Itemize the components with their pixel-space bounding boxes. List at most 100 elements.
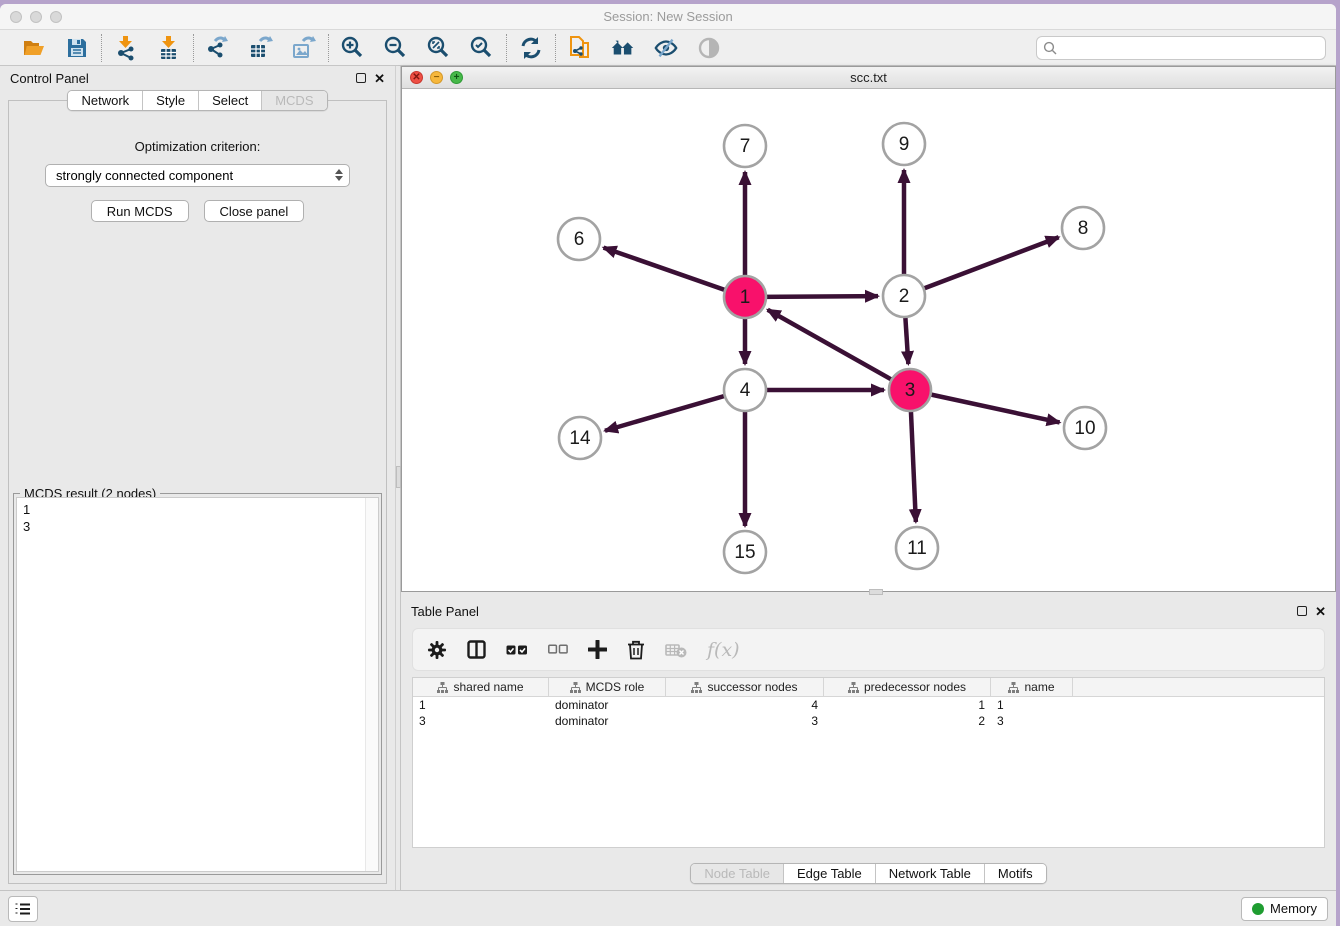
table-cell[interactable]: 2 [824,713,991,729]
hierarchy-icon [848,682,859,693]
table-cell[interactable]: 1 [991,697,1073,713]
node-14[interactable]: 14 [559,417,601,459]
table-row[interactable]: 1dominator411 [413,697,1324,713]
duplicate-network-icon[interactable] [567,35,593,61]
main-toolbar [0,30,1336,66]
select-all-icon[interactable] [506,644,528,656]
table-cell[interactable]: 1 [824,697,991,713]
export-network-icon[interactable] [205,35,231,61]
column-header-name[interactable]: name [991,678,1073,696]
select-stepper-icon [335,169,343,181]
node-4[interactable]: 4 [724,369,766,411]
home-networks-icon[interactable] [610,35,636,61]
node-label: 7 [740,136,751,157]
apply-layout-icon[interactable] [518,35,544,61]
table-cell[interactable]: 3 [413,713,549,729]
search-box [1036,36,1326,60]
node-7[interactable]: 7 [724,125,766,167]
control-panel-title: Control Panel [10,71,89,86]
table-cell[interactable]: 3 [666,713,824,729]
splitter-grip[interactable] [396,466,401,488]
tab-network-table[interactable]: Network Table [876,864,985,883]
node-6[interactable]: 6 [558,218,600,260]
add-column-icon[interactable] [588,640,607,659]
zoom-fit-icon[interactable] [426,35,452,61]
node-label: 9 [899,134,910,155]
column-header-predecessor-nodes[interactable]: predecessor nodes [824,678,991,696]
node-1[interactable]: 1 [724,276,766,318]
table-cell[interactable]: 1 [413,697,549,713]
optimization-criterion-select[interactable]: strongly connected component [45,164,350,187]
edge-1-6[interactable] [604,248,745,297]
table-row[interactable]: 3dominator323 [413,713,1324,729]
node-15[interactable]: 15 [724,531,766,573]
edge-2-8[interactable] [904,237,1059,296]
memory-button[interactable]: Memory [1241,897,1328,921]
node-8[interactable]: 8 [1062,207,1104,249]
node-3[interactable]: 3 [889,369,931,411]
table-settings-gear-icon[interactable] [427,640,447,660]
tab-edge-table[interactable]: Edge Table [784,864,876,883]
edge-3-1[interactable] [768,310,910,390]
mcds-result-textarea[interactable]: 1 3 [16,497,379,872]
table-cell[interactable]: dominator [549,713,666,729]
node-9[interactable]: 9 [883,123,925,165]
table-body[interactable]: 1dominator4113dominator323 [413,697,1324,847]
tab-network[interactable]: Network [68,91,143,110]
tab-select[interactable]: Select [199,91,262,110]
zoom-selected-icon[interactable] [469,35,495,61]
node-2[interactable]: 2 [883,275,925,317]
node-10[interactable]: 10 [1064,407,1106,449]
float-table-panel-icon[interactable] [1297,606,1307,616]
splitter-grip[interactable] [869,589,883,595]
table-cell[interactable]: dominator [549,697,666,713]
open-session-icon[interactable] [21,35,47,61]
table-header-row: shared nameMCDS rolesuccessor nodesprede… [413,678,1324,697]
mcds-result-lines: 1 3 [17,498,378,538]
function-builder-icon-disabled: f(x) [707,639,740,661]
horizontal-splitter[interactable] [401,592,1336,596]
run-mcds-button[interactable]: Run MCDS [91,200,189,222]
table-tabs: Node TableEdge TableNetwork TableMotifs [401,863,1336,884]
zoom-in-icon[interactable] [340,35,366,61]
export-table-icon[interactable] [248,35,274,61]
tab-mcds[interactable]: MCDS [262,91,326,110]
float-panel-icon[interactable] [356,73,366,83]
tab-motifs[interactable]: Motifs [985,864,1046,883]
close-panel-icon[interactable]: ✕ [374,72,385,85]
memory-label: Memory [1270,901,1317,916]
network-window-title: scc.txt [402,70,1335,85]
tab-style[interactable]: Style [143,91,199,110]
column-header-MCDS-role[interactable]: MCDS role [549,678,666,696]
network-canvas[interactable]: 7 9 6 8 1 2 4 3 14 10 15 11 [402,89,1335,591]
save-session-icon[interactable] [64,35,90,61]
table-cell[interactable]: 4 [666,697,824,713]
export-image-icon[interactable] [291,35,317,61]
node-table: shared nameMCDS rolesuccessor nodesprede… [412,677,1325,848]
import-network-icon[interactable] [113,35,139,61]
close-table-panel-icon[interactable]: ✕ [1315,605,1326,618]
search-input[interactable] [1061,40,1319,55]
result-scrollbar[interactable] [365,498,378,871]
table-cell[interactable]: 3 [991,713,1073,729]
table-panel: Table Panel ✕ [401,596,1336,890]
node-11[interactable]: 11 [896,527,938,569]
column-header-shared-name[interactable]: shared name [413,678,549,696]
task-history-button[interactable] [8,896,38,922]
hide-panel-eye-icon[interactable] [653,35,679,61]
node-label: 6 [574,229,585,250]
import-table-icon[interactable] [156,35,182,61]
deselect-all-icon[interactable] [548,644,568,655]
node-label: 14 [569,428,591,449]
edge-3-10[interactable] [910,390,1060,422]
network-graph: 7 9 6 8 1 2 4 3 14 10 15 11 [402,89,1329,590]
tab-node-table[interactable]: Node Table [691,864,784,883]
search-icon [1043,41,1057,55]
delete-column-icon[interactable] [627,640,645,660]
mcds-tab-content: Optimization criterion: strongly connect… [8,100,387,884]
zoom-out-icon[interactable] [383,35,409,61]
column-header-successor-nodes[interactable]: successor nodes [666,678,824,696]
show-columns-icon[interactable] [467,640,486,659]
vertical-splitter[interactable] [395,66,401,890]
close-panel-button[interactable]: Close panel [204,200,305,222]
